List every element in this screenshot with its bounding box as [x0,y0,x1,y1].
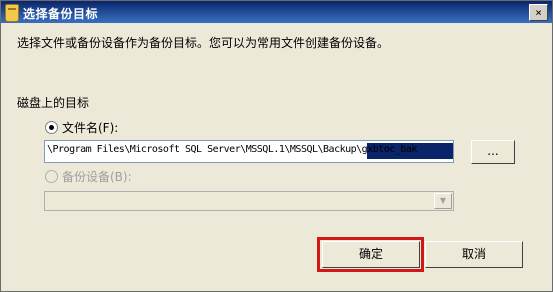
database-icon [5,4,19,22]
title-bar: 选择备份目标 × [1,1,552,23]
file-path-value: \Program Files\Microsoft SQL Server\MSSQ… [47,144,417,155]
backup-device-radio-label[interactable]: 备份设备(B): [62,168,132,185]
backup-device-select[interactable]: ▼ [44,191,454,211]
dialog-title: 选择备份目标 [23,7,99,21]
close-button[interactable]: × [529,4,548,21]
file-name-radio-label[interactable]: 文件名(F): [62,119,118,136]
cancel-button[interactable]: 取消 [425,241,523,268]
red-highlight-box [317,237,424,272]
chevron-down-icon[interactable]: ▼ [434,193,452,209]
backup-device-radio[interactable] [45,170,58,183]
browse-button[interactable]: ... [471,140,515,164]
instruction-text: 选择文件或备份设备作为备份目标。您可以为常用文件创建备份设备。 [17,36,390,50]
file-name-radio[interactable] [45,121,58,134]
section-label-disk-destination: 磁盘上的目标 [17,96,90,110]
file-path-input[interactable]: \Program Files\Microsoft SQL Server\MSSQ… [44,140,454,163]
select-backup-destination-dialog: 选择备份目标 × 选择文件或备份设备作为备份目标。您可以为常用文件创建备份设备。… [0,0,553,292]
radio-selected-dot [49,125,54,130]
